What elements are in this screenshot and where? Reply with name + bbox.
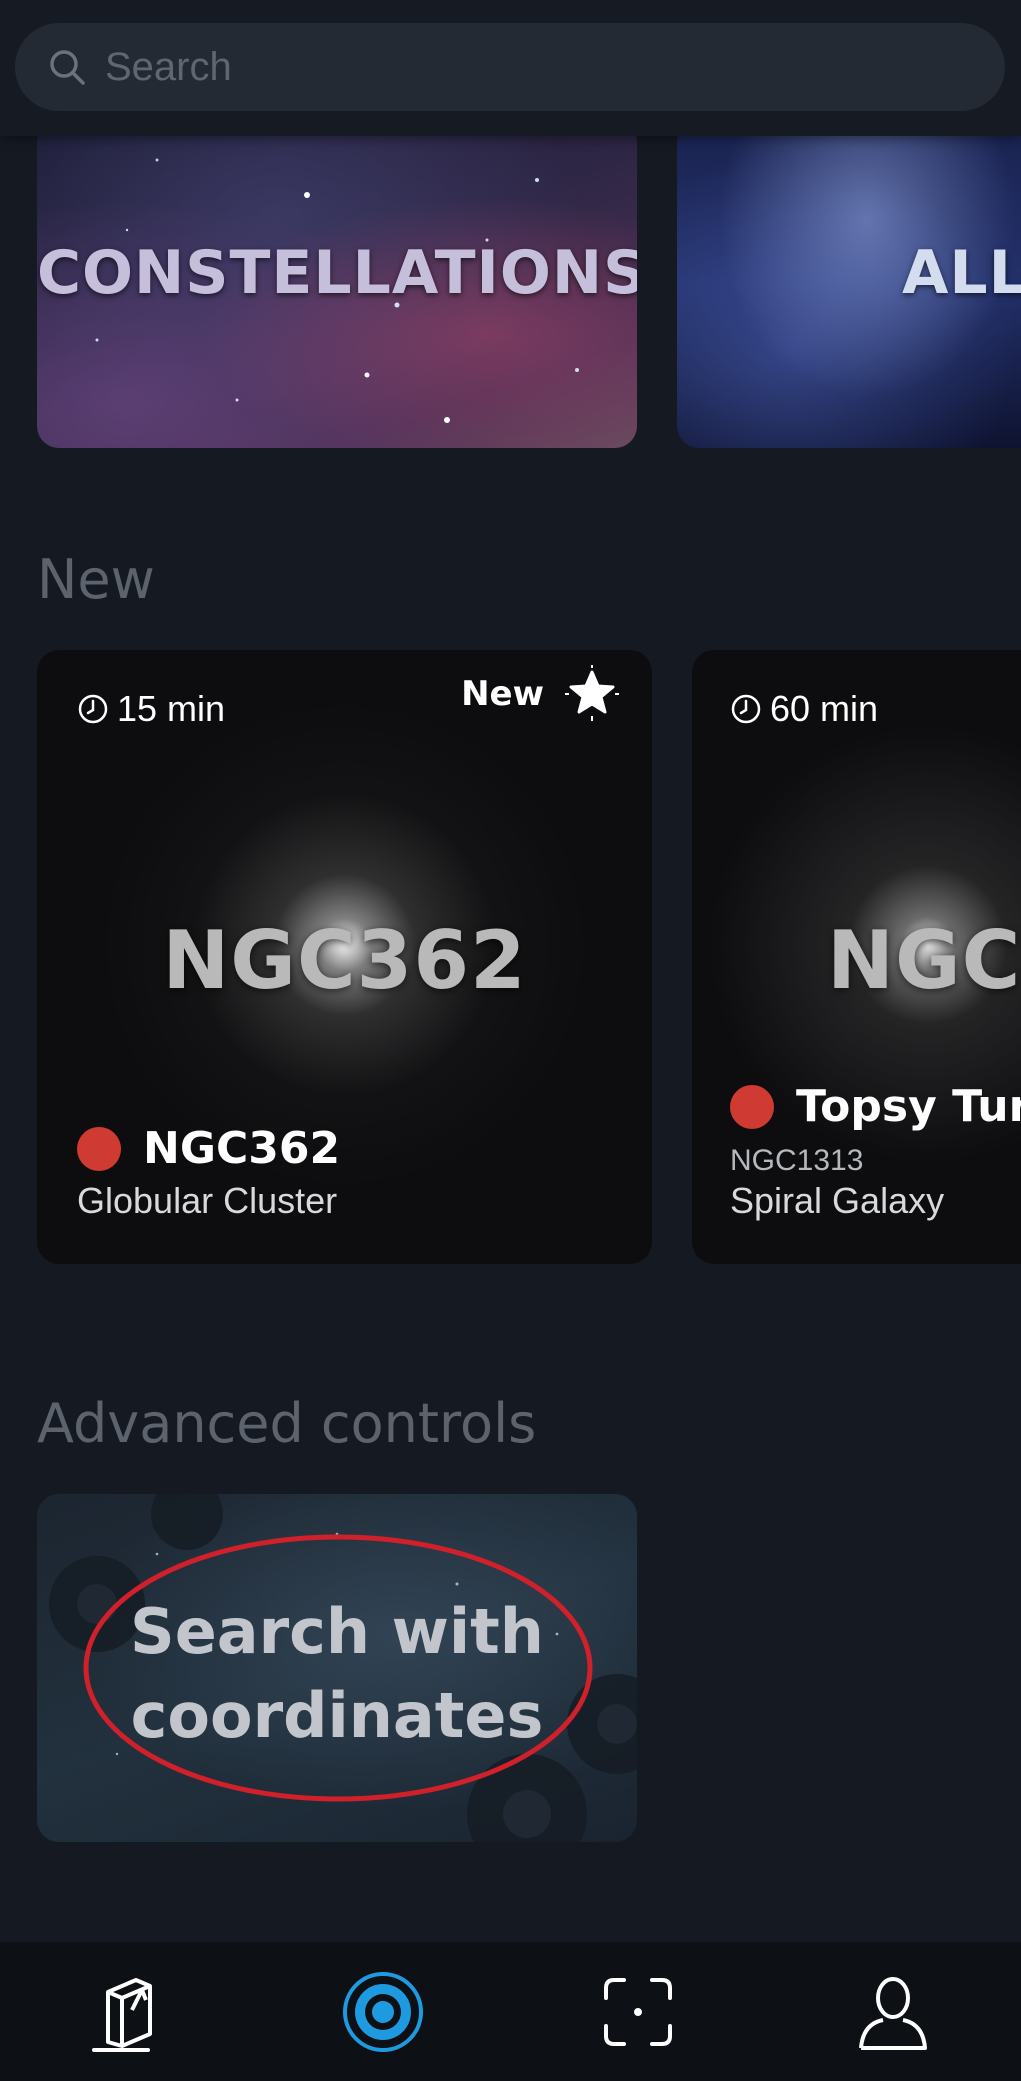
status-dot <box>77 1126 121 1171</box>
nav-telescope[interactable] <box>73 1957 183 2067</box>
status-dot <box>730 1084 774 1129</box>
new-badge: New <box>461 664 622 724</box>
object-name: Topsy Turvy <box>796 1081 1021 1132</box>
scan-icon <box>604 1977 673 2046</box>
nav-profile[interactable] <box>838 1957 948 2067</box>
object-type: Spiral Galaxy <box>730 1180 945 1221</box>
category-card-constellations[interactable]: CONSTELLATIONS <box>37 120 637 448</box>
sparkle-star-icon <box>565 665 619 721</box>
bottom-nav <box>0 1942 1021 2081</box>
profile-icon <box>859 1976 928 2050</box>
object-watermark: NGC362 <box>162 914 527 1007</box>
search-bar[interactable] <box>15 23 1005 111</box>
label-line-1: Search with <box>130 1595 544 1668</box>
app-screen: CONSTELLATIONS ALL New 15 min New NGC362 <box>0 0 1021 2081</box>
new-badge-label: New <box>461 674 544 714</box>
category-label: ALL <box>902 238 1021 308</box>
section-title-new: New <box>37 548 155 611</box>
duration: 15 min <box>77 688 225 730</box>
category-label: CONSTELLATIONS <box>37 238 637 308</box>
object-type: Globular Cluster <box>77 1180 338 1221</box>
section-title-advanced: Advanced controls <box>37 1392 537 1455</box>
top-bar <box>0 0 1021 136</box>
clock-icon <box>78 694 108 724</box>
nav-scan[interactable] <box>583 1957 693 2067</box>
object-card-ngc362[interactable]: 15 min New NGC362 NGC362 Globular Cluste… <box>37 650 652 1264</box>
label-line-2: coordinates <box>130 1679 544 1752</box>
search-with-coordinates-card[interactable]: Search with coordinates <box>37 1494 637 1842</box>
telescope-icon <box>91 1977 152 2052</box>
object-watermark: NGC1313 <box>827 914 1021 1007</box>
search-input[interactable] <box>105 37 965 97</box>
duration-label: 60 min <box>770 688 879 729</box>
duration-label: 15 min <box>117 688 226 729</box>
object-catalog-id: NGC1313 <box>730 1144 864 1177</box>
nav-target[interactable] <box>328 1957 438 2067</box>
object-name: NGC362 <box>143 1123 341 1174</box>
search-with-coordinates-label: Search with coordinates <box>37 1590 637 1758</box>
object-info: NGC362 Globular Cluster <box>77 1123 340 1222</box>
duration: 60 min <box>730 688 878 730</box>
search-icon <box>50 50 85 85</box>
target-icon <box>342 1971 423 2052</box>
clock-icon <box>731 694 761 724</box>
object-card-topsy-turvy[interactable]: 60 min NGC1313 Topsy Turvy NGC1313 Spira… <box>692 650 1021 1264</box>
category-card-all[interactable]: ALL <box>677 120 1021 448</box>
object-info: Topsy Turvy NGC1313 Spiral Galaxy <box>730 1081 1021 1222</box>
